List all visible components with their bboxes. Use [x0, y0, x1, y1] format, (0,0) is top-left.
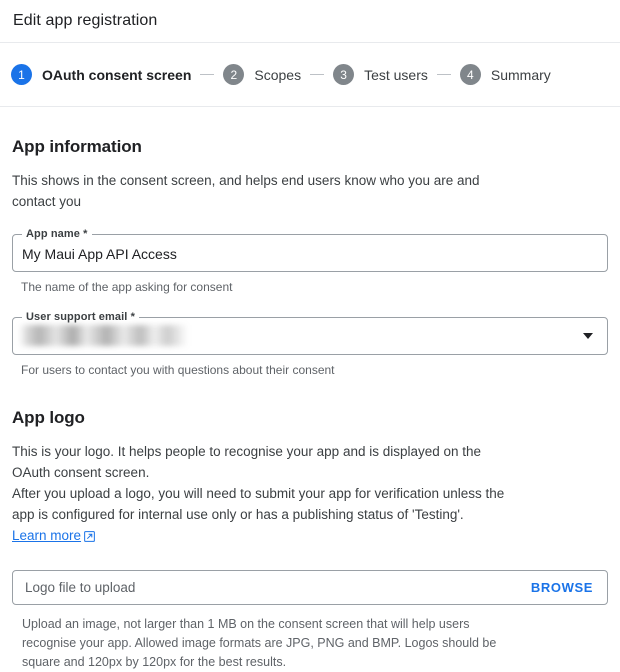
app-logo-description-2: After you upload a logo, you will need t…: [12, 483, 512, 548]
user-support-email-value-redacted[interactable]: [19, 325, 188, 346]
app-name-field[interactable]: App name * My Maui App API Access: [12, 228, 608, 272]
step-separator: [436, 74, 451, 75]
user-support-email-label: User support email *: [22, 311, 139, 324]
stepper-step-oauth-consent-screen[interactable]: 1 OAuth consent screen: [11, 64, 191, 85]
logo-upload-field[interactable]: Logo file to upload BROWSE: [12, 570, 608, 605]
user-support-email-field[interactable]: User support email *: [12, 311, 608, 355]
stepper-step-scopes[interactable]: 2 Scopes: [223, 64, 301, 85]
page-title: Edit app registration: [13, 12, 158, 29]
step-number-badge: 2: [223, 64, 245, 85]
logo-upload-hint: Upload an image, not larger than 1 MB on…: [22, 617, 497, 669]
app-logo-description-1: This is your logo. It helps people to re…: [12, 444, 482, 480]
chevron-down-icon[interactable]: [583, 333, 593, 339]
step-label: OAuth consent screen: [42, 66, 192, 83]
app-logo-heading: App logo: [12, 408, 85, 427]
step-separator: [310, 74, 325, 75]
page-header: Edit app registration: [0, 0, 620, 43]
app-information-description: This shows in the consent screen, and he…: [12, 173, 480, 209]
step-label: Summary: [490, 66, 551, 83]
learn-more-link[interactable]: Learn more: [12, 528, 81, 543]
app-name-hint: The name of the app asking for consent: [21, 280, 233, 294]
form-content: App information This shows in the consen…: [0, 137, 620, 672]
external-link-icon[interactable]: [84, 527, 95, 548]
wizard-stepper: 1 OAuth consent screen 2 Scopes 3 Test u…: [0, 43, 620, 107]
step-separator: [200, 74, 215, 75]
app-name-label: App name *: [22, 228, 92, 241]
app-information-heading: App information: [12, 137, 142, 156]
stepper-step-summary[interactable]: 4 Summary: [459, 64, 551, 85]
app-logo-description-2-text: After you upload a logo, you will need t…: [12, 486, 505, 522]
stepper-step-test-users[interactable]: 3 Test users: [333, 64, 428, 85]
step-label: Test users: [364, 66, 428, 83]
step-label: Scopes: [254, 66, 302, 83]
step-number-badge: 3: [333, 64, 355, 85]
user-support-email-hint: For users to contact you with questions …: [21, 363, 335, 377]
app-name-input-box[interactable]: App name * My Maui App API Access: [12, 228, 608, 272]
user-support-email-select-box[interactable]: User support email *: [12, 311, 608, 355]
step-number-badge: 4: [459, 64, 481, 85]
logo-file-input[interactable]: Logo file to upload: [25, 580, 135, 595]
app-name-input[interactable]: My Maui App API Access: [22, 244, 177, 264]
browse-button[interactable]: BROWSE: [531, 580, 593, 595]
step-number-badge: 1: [11, 64, 32, 85]
